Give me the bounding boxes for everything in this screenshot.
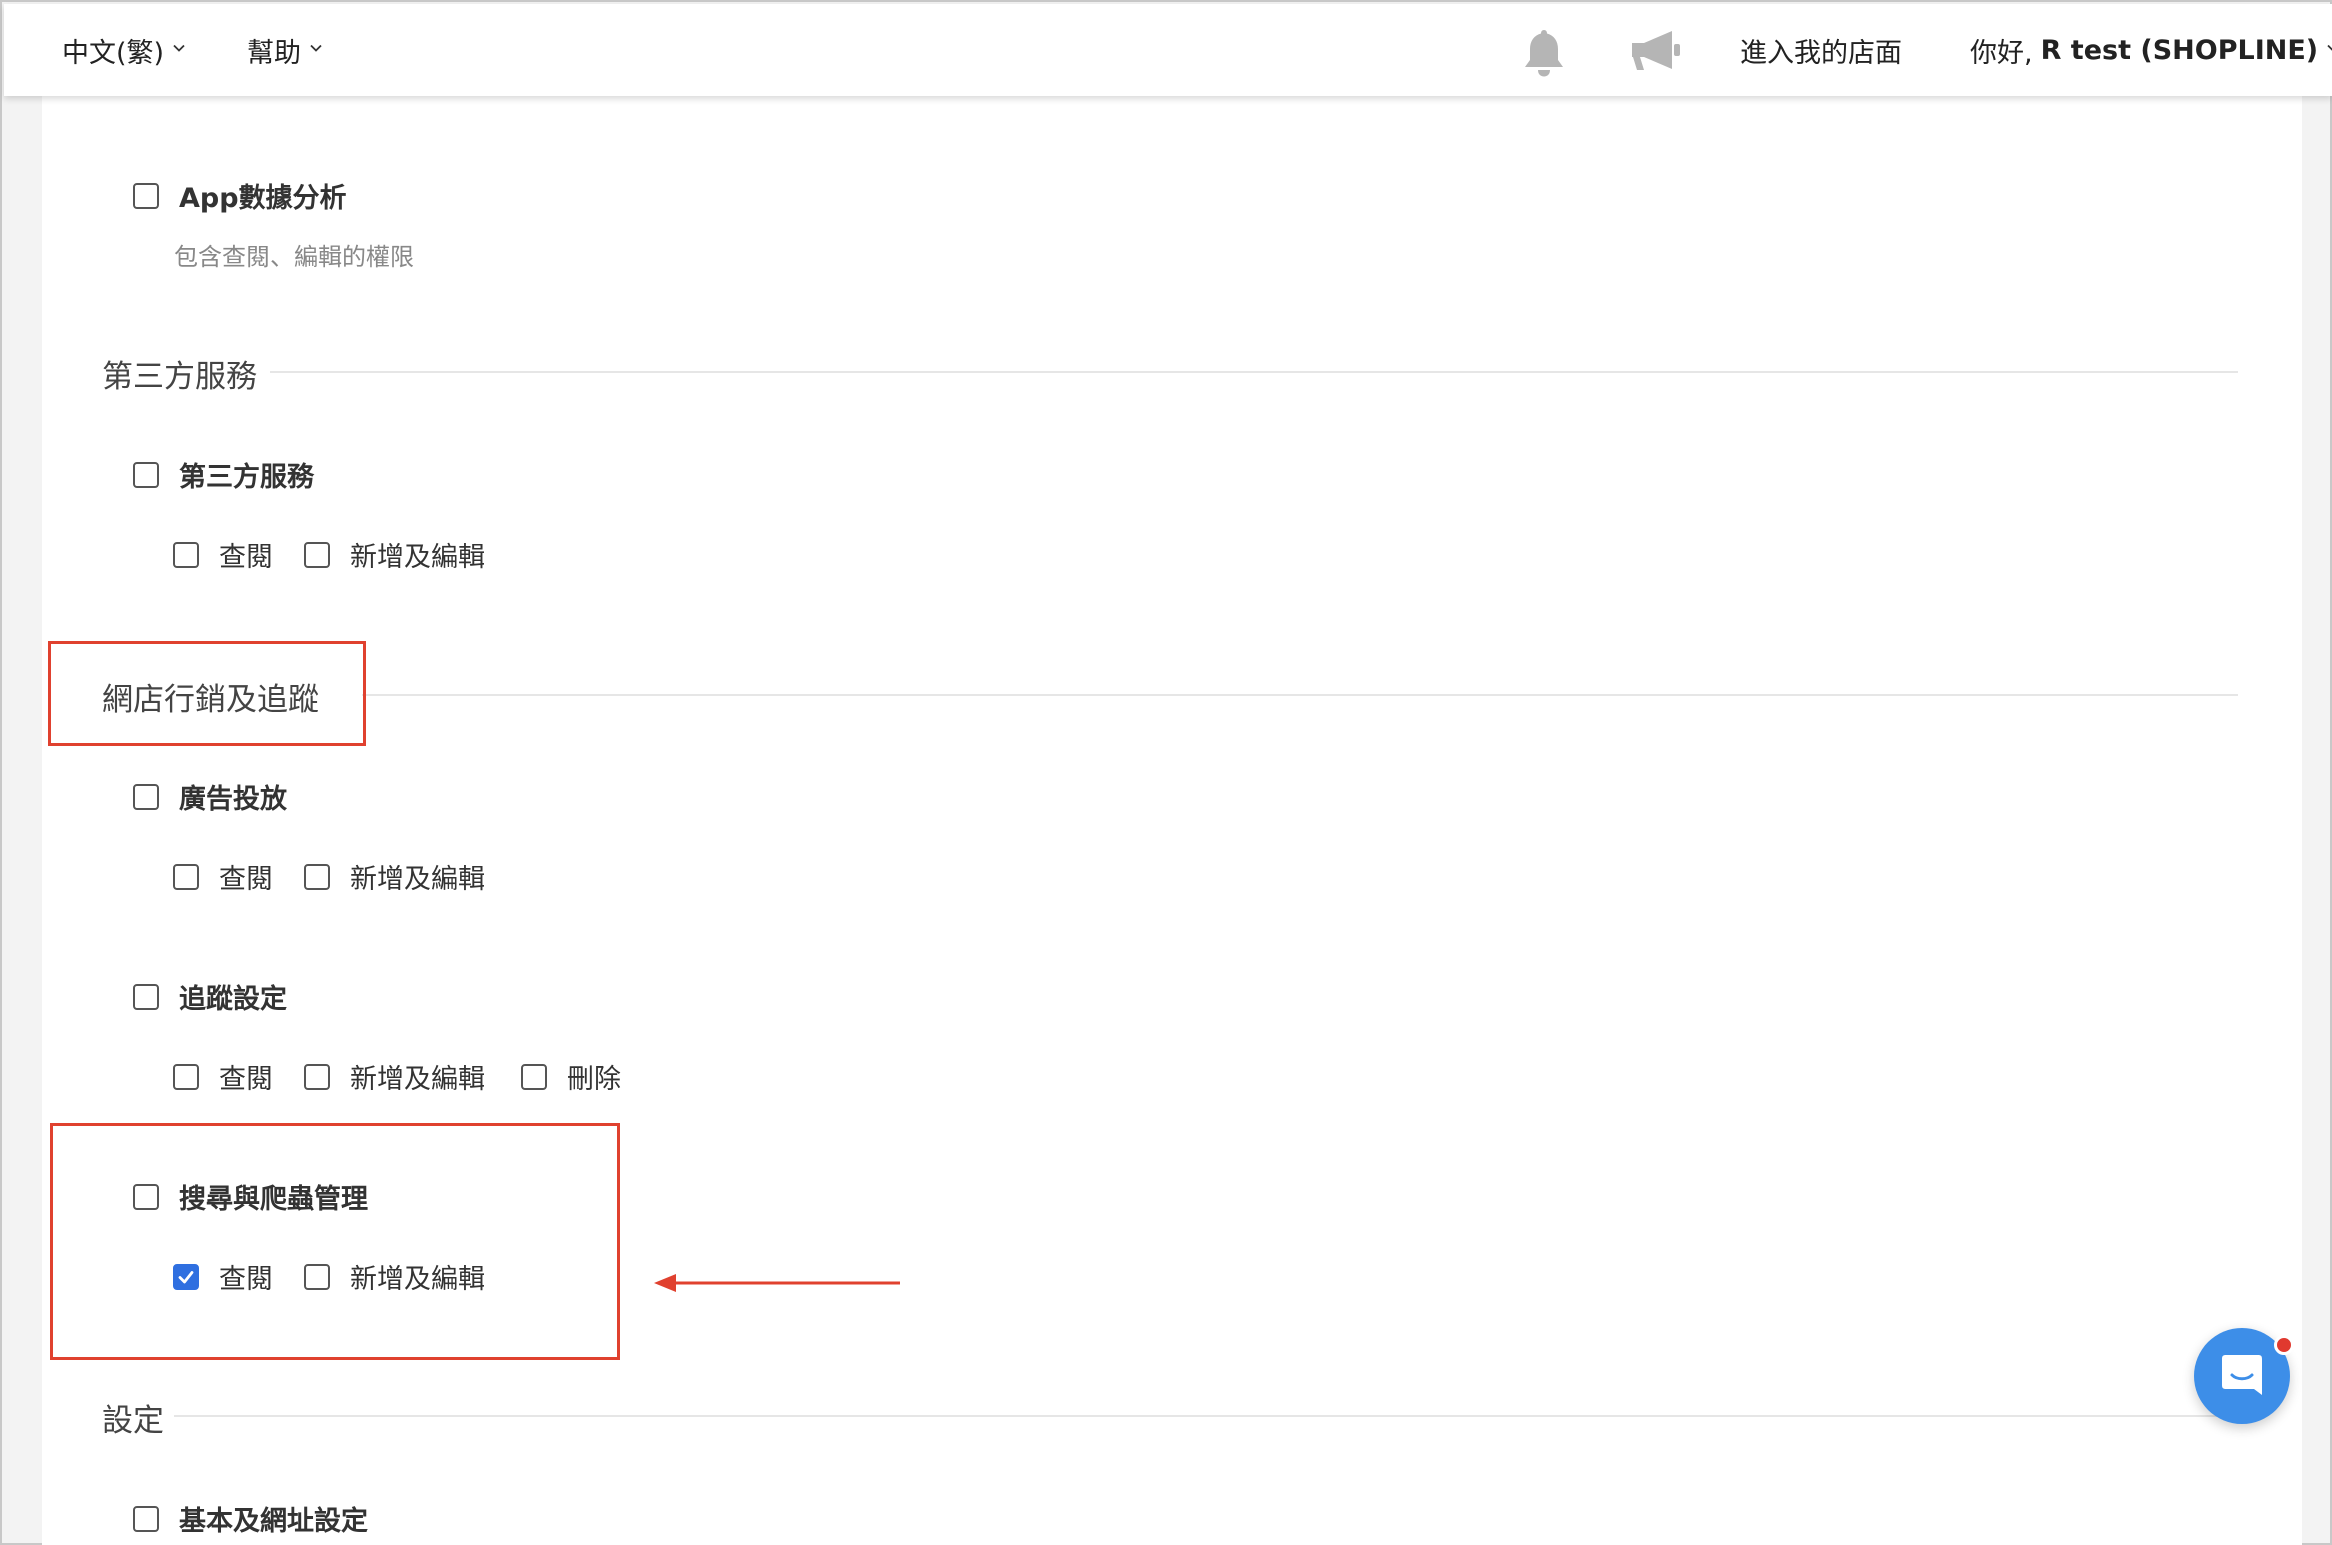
option-label: 新增及編輯 <box>350 1064 485 1095</box>
help-label: 幫助 <box>247 37 301 69</box>
option-label: 查閱 <box>219 864 273 895</box>
option-checkbox-delete[interactable] <box>521 1064 547 1090</box>
group-title: 追蹤設定 <box>179 984 287 1015</box>
group-title: 第三方服務 <box>179 462 314 493</box>
option-checkbox-view[interactable] <box>173 542 199 568</box>
option-checkbox-view[interactable] <box>173 1264 199 1290</box>
option-label: 新增及編輯 <box>350 864 485 895</box>
language-label: 中文(繁) <box>62 37 165 69</box>
option-label: 新增及編輯 <box>350 542 485 573</box>
section-header: 網店行銷及追蹤 <box>102 666 319 726</box>
user-name: R test (SHOPLINE) <box>2040 34 2319 66</box>
chevron-down-icon <box>2327 42 2332 54</box>
option-label: 查閱 <box>219 542 273 573</box>
bell-icon[interactable] <box>1516 26 1572 80</box>
option-checkbox-edit[interactable] <box>304 1064 330 1090</box>
option-label: 查閱 <box>219 1064 273 1095</box>
app-analytics-description: 包含查閱、編輯的權限 <box>174 243 414 271</box>
option-checkbox-view[interactable] <box>173 1064 199 1090</box>
permissions-card <box>42 94 2302 1545</box>
storefront-link[interactable]: 進入我的店面 <box>1740 4 1902 96</box>
help-menu[interactable]: 幫助 <box>247 4 322 96</box>
page: 中文(繁) 幫助 進入我的店面 你好, R test (SHOPLINE) Ap… <box>0 0 2332 1545</box>
top-navigation-bar: 中文(繁) 幫助 進入我的店面 你好, R test (SHOPLINE) <box>4 4 2332 96</box>
chevron-down-icon <box>173 42 185 54</box>
language-selector[interactable]: 中文(繁) <box>62 4 185 96</box>
section-header: 設定 <box>102 1387 164 1447</box>
group-checkbox[interactable] <box>133 462 159 488</box>
megaphone-icon[interactable] <box>1626 26 1684 76</box>
checkmark-icon <box>178 1271 194 1284</box>
annotation-arrow-icon <box>654 1274 900 1292</box>
option-label: 刪除 <box>567 1064 621 1095</box>
option-checkbox-view[interactable] <box>173 864 199 890</box>
greeting-prefix: 你好, <box>1970 37 2033 69</box>
group-checkbox[interactable] <box>133 1184 159 1210</box>
group-title: 搜尋與爬蟲管理 <box>179 1184 368 1215</box>
group-title: 基本及網址設定 <box>179 1506 368 1537</box>
user-menu[interactable]: 你好, R test (SHOPLINE) <box>1970 4 2332 96</box>
storefront-link-label: 進入我的店面 <box>1740 37 1902 69</box>
option-checkbox-edit[interactable] <box>304 542 330 568</box>
section-header: 第三方服務 <box>102 343 257 403</box>
chevron-down-icon <box>310 42 322 54</box>
section-divider <box>362 694 2238 696</box>
section-title: 網店行銷及追蹤 <box>102 681 319 718</box>
group-checkbox[interactable] <box>133 784 159 810</box>
chat-icon <box>2222 1355 2262 1395</box>
option-checkbox-edit[interactable] <box>304 1264 330 1290</box>
group-checkbox[interactable] <box>133 1506 159 1532</box>
group-title: 廣告投放 <box>179 784 287 815</box>
option-label: 新增及編輯 <box>350 1264 485 1295</box>
section-title: 第三方服務 <box>102 358 257 395</box>
section-title: 設定 <box>102 1402 164 1439</box>
app-analytics-title: App數據分析 <box>179 183 347 214</box>
app-analytics-checkbox[interactable] <box>133 183 159 209</box>
option-label: 查閱 <box>219 1264 273 1295</box>
notification-dot <box>2274 1335 2294 1355</box>
section-divider <box>174 1415 2238 1417</box>
option-checkbox-edit[interactable] <box>304 864 330 890</box>
group-checkbox[interactable] <box>133 984 159 1010</box>
section-divider <box>270 371 2238 373</box>
